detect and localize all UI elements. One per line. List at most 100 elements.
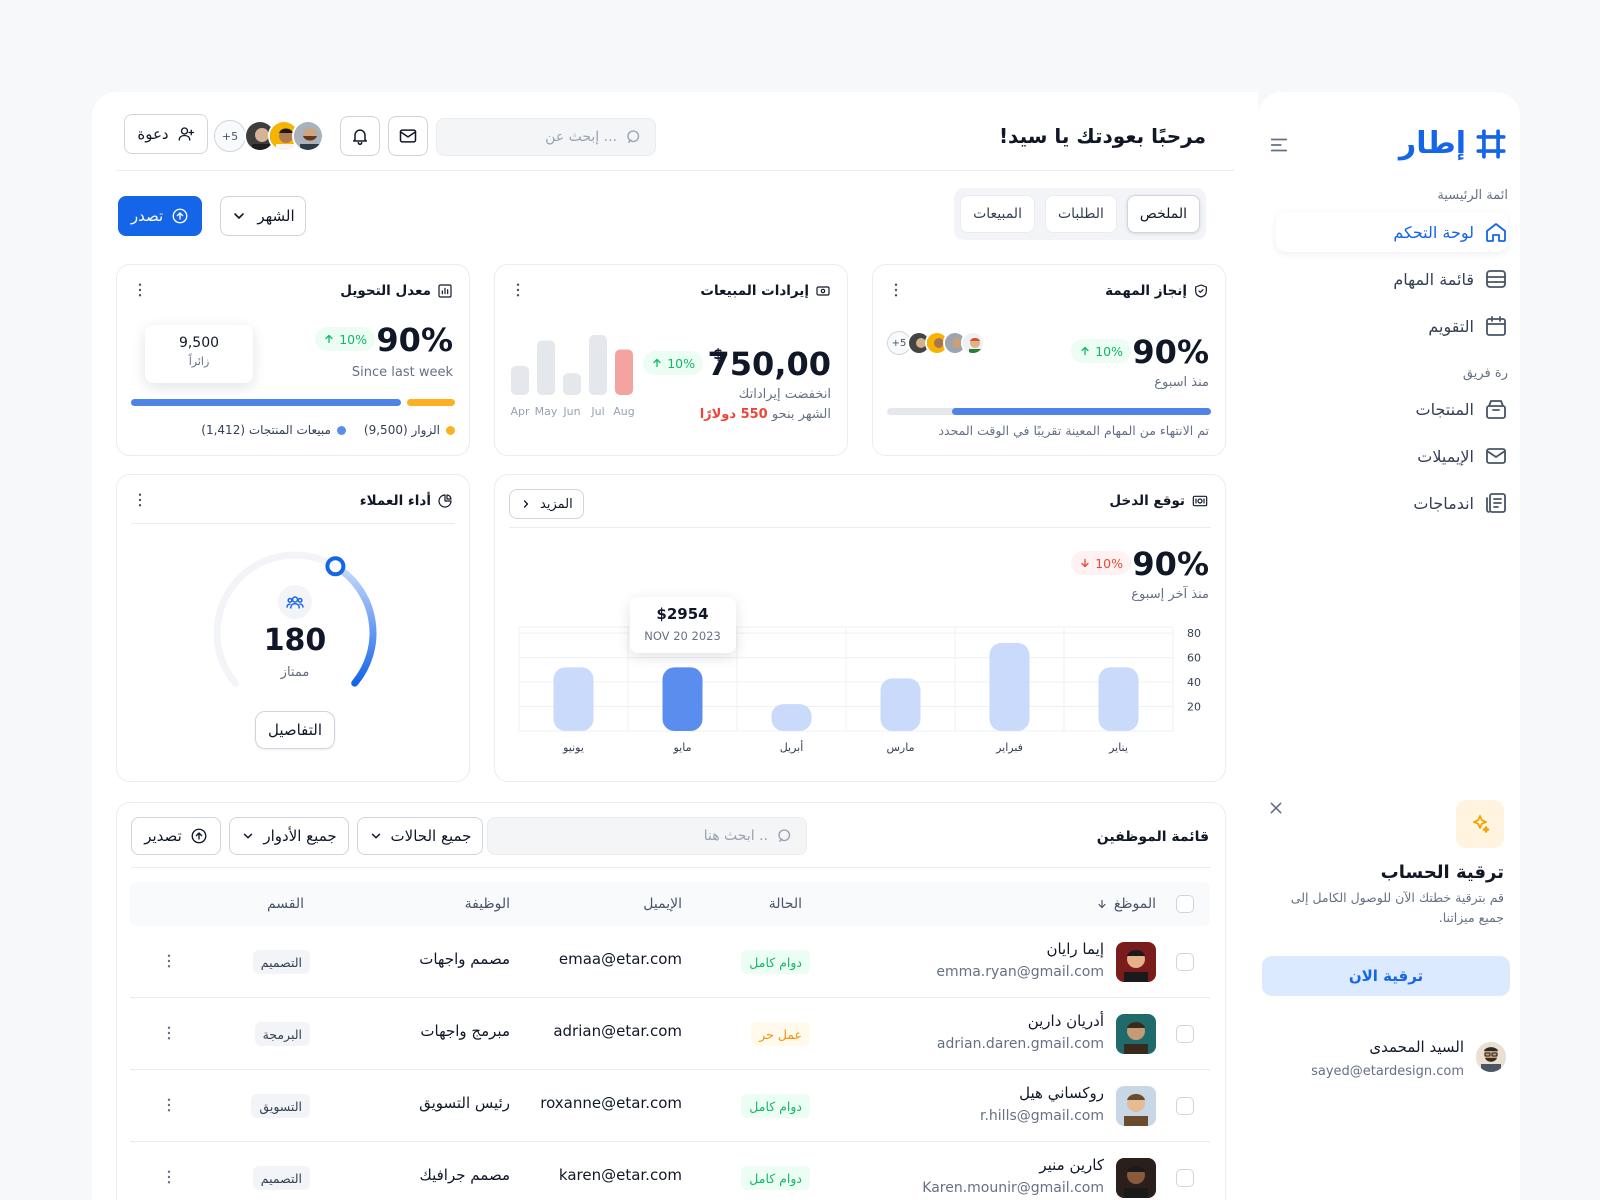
- income-bar[interactable]: [880, 678, 921, 731]
- more-vertical-icon[interactable]: [160, 1168, 178, 1186]
- status-badge: عمل حر: [751, 1022, 810, 1046]
- income-tooltip: $2954 NOV 20 2023: [629, 597, 736, 654]
- mail-icon: [1484, 444, 1508, 468]
- income-bar[interactable]: [1098, 667, 1139, 731]
- export-button[interactable]: تصدر: [118, 196, 202, 236]
- brand-logo[interactable]: إطار: [1399, 126, 1508, 161]
- row-checkbox[interactable]: [1176, 953, 1194, 971]
- search-icon: [627, 130, 640, 143]
- employee-job: مصمم جرافيك: [419, 1166, 510, 1184]
- more-vertical-icon[interactable]: [131, 281, 149, 299]
- more-vertical-icon[interactable]: [160, 1096, 178, 1114]
- legend-dot: [446, 425, 455, 435]
- card-title: توقع الدخل: [1109, 493, 1209, 509]
- period-select[interactable]: الشهر: [220, 196, 306, 236]
- details-button[interactable]: التفاصيل: [255, 711, 335, 749]
- add-user-icon: [178, 127, 194, 141]
- upgrade-now-button[interactable]: ترقية الان: [1262, 956, 1510, 996]
- conversion-bar: [131, 399, 455, 406]
- main-section-label: ائمة الرئيسية: [1437, 188, 1508, 203]
- x-tick-label: يونيو: [562, 741, 584, 754]
- income-bar[interactable]: [662, 667, 703, 731]
- sidebar-item-label: اندماجات: [1413, 493, 1474, 513]
- sidebar-item-tasks[interactable]: قائمة المهام: [1276, 259, 1508, 299]
- more-vertical-icon[interactable]: [160, 1024, 178, 1042]
- user-profile[interactable]: السيد المحمدى sayed@etardesign.com: [1258, 1036, 1520, 1098]
- income-bar[interactable]: [553, 667, 594, 731]
- table-row[interactable]: إيما رايان emma.ryan@gmail.com دوام كامل em…: [130, 926, 1210, 998]
- table-export-button[interactable]: تصدير: [131, 817, 221, 855]
- income-bar[interactable]: [771, 704, 812, 731]
- roles-filter-value: جميع الأدوار: [263, 827, 337, 845]
- change-badge: 10%: [315, 327, 375, 351]
- search-placeholder: ابحث هنا ..: [703, 828, 768, 844]
- search-input[interactable]: إبحث عن ...: [436, 118, 656, 156]
- more-vertical-icon[interactable]: [887, 281, 905, 299]
- search-icon: [778, 829, 791, 842]
- sidebar-item-label: التقويم: [1428, 316, 1474, 336]
- tab-orders[interactable]: الطلبات: [1044, 195, 1117, 233]
- row-checkbox[interactable]: [1176, 1097, 1194, 1115]
- since-label: Since last week: [351, 365, 453, 380]
- shield-check-icon: [1195, 284, 1207, 298]
- row-checkbox[interactable]: [1176, 1169, 1194, 1187]
- select-all-checkbox[interactable]: [1176, 895, 1194, 913]
- sidebar-item-label: المنتجات: [1415, 399, 1475, 419]
- avatars-more-count: +5: [214, 120, 246, 152]
- table-row[interactable]: كارين منير Karen.mounir@gmail.com دوام كام…: [130, 1142, 1210, 1200]
- table-row[interactable]: أدريان دارين adrian.daren.gmail.com عمل حر…: [130, 998, 1210, 1070]
- status-filter-value: جميع الحالات: [390, 827, 472, 845]
- x-tick-label: أبريل: [780, 740, 804, 754]
- status-filter[interactable]: جميع الحالات: [357, 817, 483, 855]
- collapse-menu-icon[interactable]: [1268, 134, 1290, 156]
- banknote-icon: [816, 286, 830, 296]
- roles-filter[interactable]: جميع الأدوار: [229, 817, 349, 855]
- revenue-value: 750,00: [707, 345, 831, 383]
- avatar: [1116, 942, 1156, 982]
- more-button[interactable]: المزيد: [509, 489, 584, 519]
- sidebar-item-emails[interactable]: الإيميلات: [1276, 436, 1508, 476]
- more-vertical-icon[interactable]: [160, 952, 178, 970]
- sidebar-item-dashboard[interactable]: لوحة التحكم: [1276, 212, 1508, 252]
- product-sales-bar: [131, 399, 402, 406]
- income-bar[interactable]: [989, 642, 1030, 731]
- employee-search-input[interactable]: ابحث هنا ..: [487, 817, 807, 855]
- more-vertical-icon[interactable]: [131, 491, 149, 509]
- change-value: 10%: [1095, 343, 1123, 359]
- notifications-button[interactable]: [340, 116, 380, 156]
- sidebar: إطار ائمة الرئيسية لوحة التحكم قائمة الم…: [1258, 92, 1520, 1200]
- avatar: [1476, 1042, 1506, 1072]
- legend-item: الزوار (9,500): [364, 423, 455, 437]
- close-icon[interactable]: [1268, 800, 1284, 816]
- table-row[interactable]: روكساني هيل r.hills@gmail.com دوام كامل rox…: [130, 1070, 1210, 1142]
- team-avatars[interactable]: +5: [214, 120, 324, 152]
- customer-performance-card: أداء العملاء 180 ممتاز التفاصيل: [116, 474, 470, 782]
- tab-summary[interactable]: الملخص: [1126, 195, 1200, 233]
- col-dept: القسم: [266, 896, 304, 912]
- change-value: 10%: [667, 355, 695, 371]
- conversion-value: 90%: [376, 321, 453, 359]
- calendar-icon: [1484, 314, 1508, 338]
- row-checkbox[interactable]: [1176, 1025, 1194, 1043]
- conversion-legend: الزوار (9,500) مبيعات المنتجات (1,412): [201, 423, 455, 437]
- mini-bar: [615, 349, 633, 395]
- more-vertical-icon[interactable]: [509, 281, 527, 299]
- home-icon: [1484, 220, 1508, 244]
- legend-dot: [336, 425, 346, 435]
- col-employee[interactable]: الموظغ: [1096, 896, 1156, 912]
- sidebar-item-calendar[interactable]: التقويم: [1276, 306, 1508, 346]
- mail-button[interactable]: [388, 116, 428, 156]
- sidebar-item-integrations[interactable]: اندماجات: [1276, 483, 1508, 523]
- legend-label: الزوار (9,500): [363, 423, 440, 437]
- col-email: الإيميل: [643, 896, 682, 912]
- stack-icon: [1484, 267, 1508, 291]
- employee-name: كارين منير: [1039, 1156, 1104, 1174]
- invite-label: دعوة: [137, 125, 169, 143]
- employee-work-email: adrian@etar.com: [553, 1022, 682, 1040]
- sidebar-item-label: الإيميلات: [1417, 446, 1474, 466]
- gauge-knob[interactable]: [325, 556, 346, 577]
- employees-title: قائمة الموظفين: [1096, 829, 1209, 845]
- invite-button[interactable]: دعوة: [124, 114, 208, 154]
- tab-sales[interactable]: المبيعات: [960, 195, 1035, 233]
- sidebar-item-products[interactable]: المنتجات: [1276, 389, 1508, 429]
